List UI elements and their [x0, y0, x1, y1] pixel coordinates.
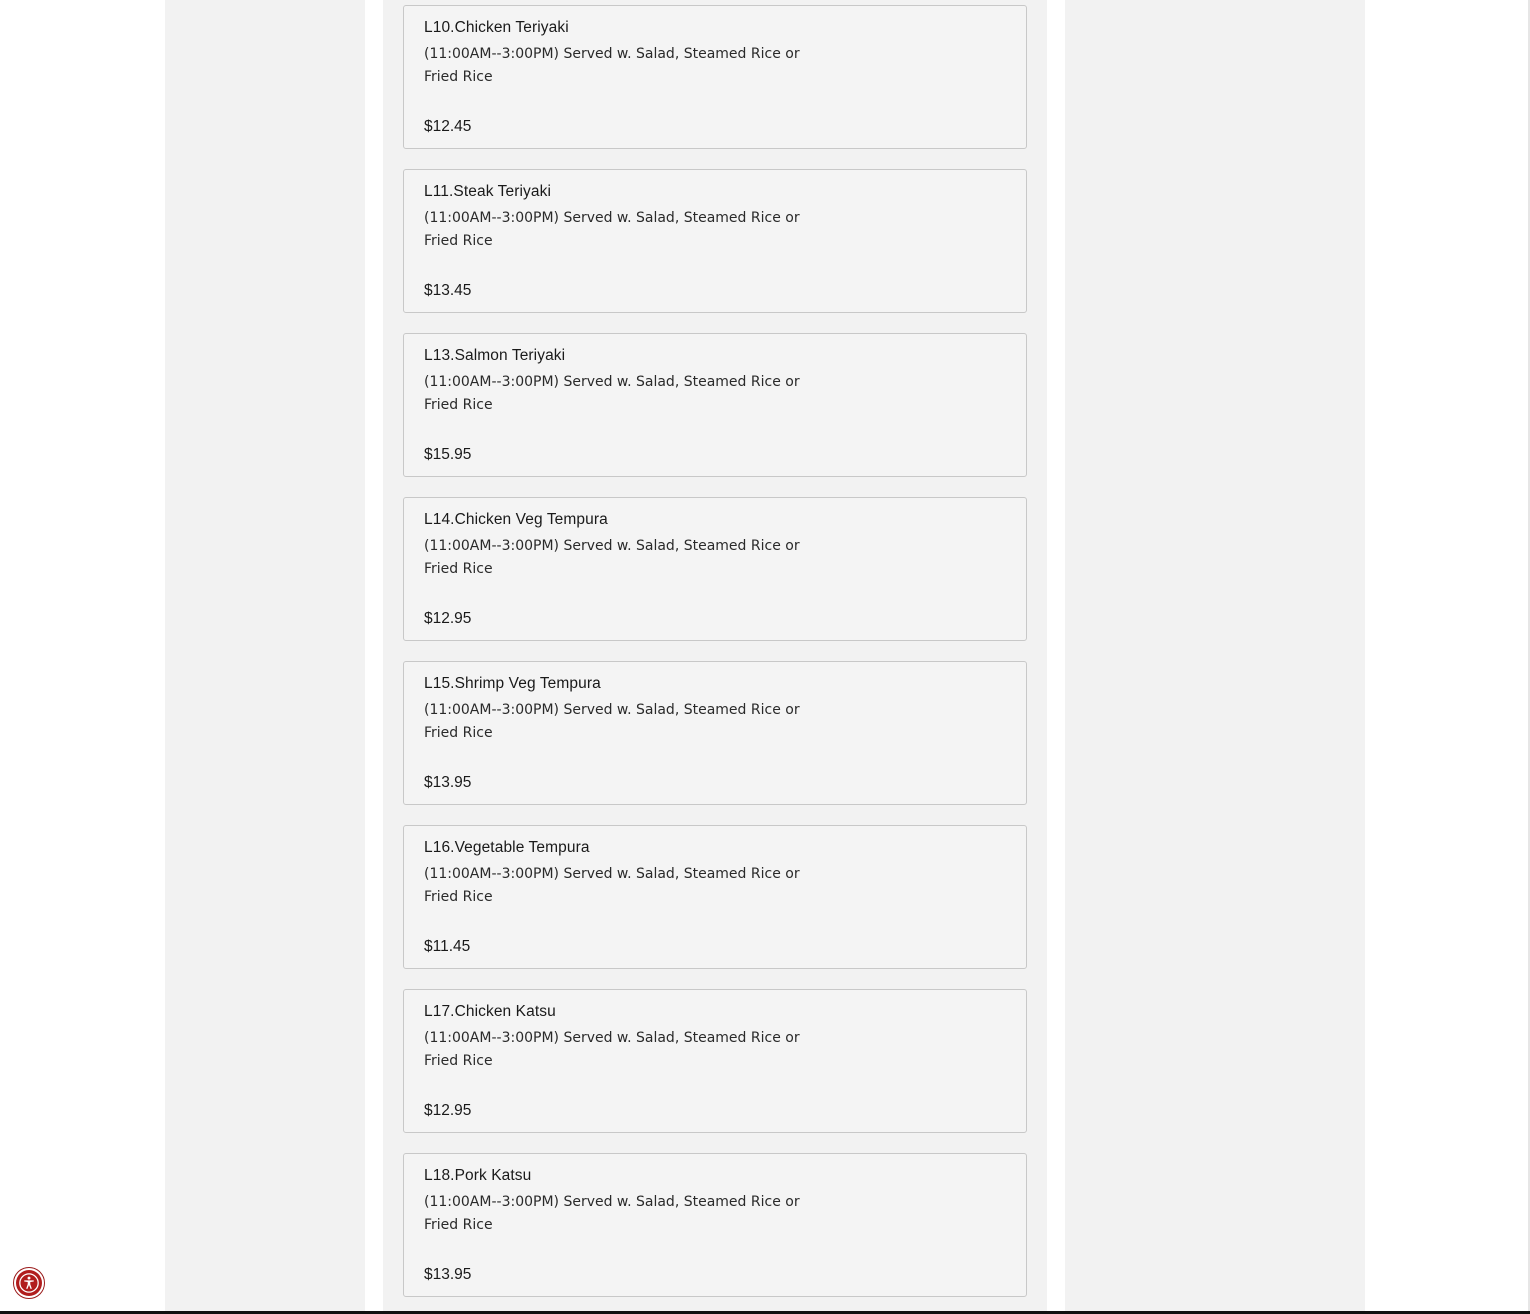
menu-item-description: (11:00AM--3:00PM) Served w. Salad, Steam… — [424, 702, 800, 741]
menu-item-price: $12.95 — [424, 1102, 472, 1119]
menu-item-name: L17.Chicken Katsu — [424, 1003, 556, 1020]
menu-item-name: L11.Steak Teriyaki — [424, 183, 552, 200]
menu-item-price: $13.95 — [424, 774, 472, 791]
menu-item-price: $12.45 — [424, 118, 472, 135]
menu-item-card[interactable]: L16.Vegetable Tempura (11:00AM--3:00PM) … — [403, 825, 1027, 969]
right-column — [1065, 0, 1365, 1314]
menu-item-card[interactable]: L14.Chicken Veg Tempura (11:00AM--3:00PM… — [403, 497, 1027, 641]
menu-item-description: (11:00AM--3:00PM) Served w. Salad, Steam… — [424, 538, 800, 577]
menu-item-name: L14.Chicken Veg Tempura — [424, 511, 608, 528]
menu-item-card[interactable]: L18.Pork Katsu (11:00AM--3:00PM) Served … — [403, 1153, 1027, 1297]
menu-item-price: $13.95 — [424, 1266, 472, 1283]
menu-item-name: L15.Shrimp Veg Tempura — [424, 675, 601, 692]
menu-item-description: (11:00AM--3:00PM) Served w. Salad, Steam… — [424, 866, 800, 905]
menu-item-description: (11:00AM--3:00PM) Served w. Salad, Steam… — [424, 46, 800, 85]
menu-item-name: L16.Vegetable Tempura — [424, 839, 590, 856]
menu-item-name: L18.Pork Katsu — [424, 1167, 532, 1184]
menu-item-description: (11:00AM--3:00PM) Served w. Salad, Steam… — [424, 1194, 800, 1233]
accessibility-button[interactable] — [13, 1267, 45, 1299]
left-column — [165, 0, 365, 1314]
menu-item-card[interactable]: L13.Salmon Teriyaki (11:00AM--3:00PM) Se… — [403, 333, 1027, 477]
menu-item-description: (11:00AM--3:00PM) Served w. Salad, Steam… — [424, 210, 800, 249]
menu-item-list: L10.Chicken Teriyaki (11:00AM--3:00PM) S… — [403, 5, 1027, 1314]
menu-item-name: L10.Chicken Teriyaki — [424, 19, 569, 36]
menu-item-card[interactable]: L15.Shrimp Veg Tempura (11:00AM--3:00PM)… — [403, 661, 1027, 805]
menu-item-price: $15.95 — [424, 446, 472, 463]
menu-item-price: $13.45 — [424, 282, 472, 299]
menu-item-card[interactable]: L10.Chicken Teriyaki (11:00AM--3:00PM) S… — [403, 5, 1027, 149]
menu-item-description: (11:00AM--3:00PM) Served w. Salad, Steam… — [424, 1030, 800, 1069]
menu-item-card[interactable]: L17.Chicken Katsu (11:00AM--3:00PM) Serv… — [403, 989, 1027, 1133]
menu-item-price: $11.45 — [424, 938, 471, 955]
menu-item-card[interactable]: L11.Steak Teriyaki (11:00AM--3:00PM) Ser… — [403, 169, 1027, 313]
menu-item-price: $12.95 — [424, 610, 472, 627]
menu-item-name: L13.Salmon Teriyaki — [424, 347, 566, 364]
accessibility-icon — [16, 1270, 42, 1296]
menu-item-description: (11:00AM--3:00PM) Served w. Salad, Steam… — [424, 374, 800, 413]
